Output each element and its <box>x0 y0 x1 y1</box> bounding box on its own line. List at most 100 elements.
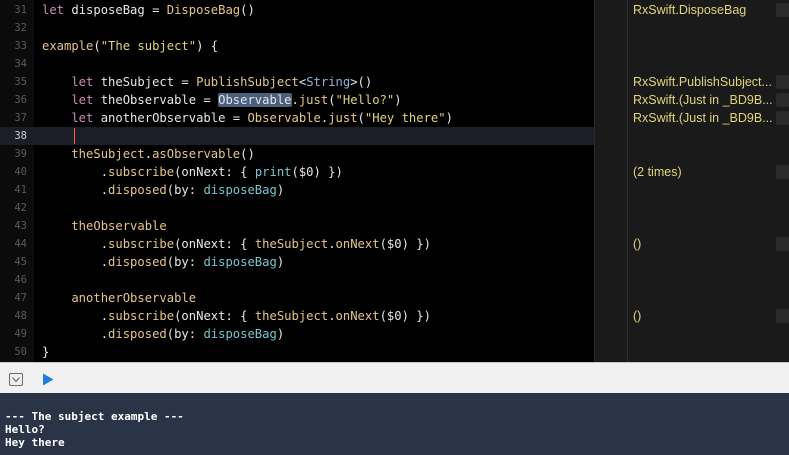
code-line[interactable]: 32 <box>0 19 594 37</box>
code-token: () <box>240 3 255 17</box>
code-token: ( <box>357 111 365 125</box>
code-token: anotherObservable = <box>93 111 248 125</box>
line-number: 47 <box>14 292 27 304</box>
code-line[interactable]: 47 anotherObservable <box>0 289 594 307</box>
code-text: let theSubject = PublishSubject<String>(… <box>42 73 372 91</box>
code-token: ($0) }) <box>379 237 431 251</box>
line-number: 41 <box>14 184 27 196</box>
code-token: (by: <box>166 327 204 341</box>
line-number: 39 <box>14 148 27 160</box>
code-line[interactable]: 50} <box>0 343 594 361</box>
play-icon[interactable] <box>42 371 54 390</box>
results-divider <box>627 0 628 362</box>
code-token: subscribe <box>108 237 175 251</box>
code-token: . <box>328 309 336 323</box>
code-token: } <box>42 345 50 359</box>
line-number: 32 <box>14 22 27 34</box>
code-line[interactable]: 31 let disposeBag = DisposeBag() <box>0 1 594 19</box>
code-text: let disposeBag = DisposeBag() <box>42 1 255 19</box>
line-number: 34 <box>14 58 27 70</box>
code-text: .subscribe(onNext: { theSubject.onNext($… <box>42 235 431 253</box>
results-sidebar: RxSwift.DisposeBag RxSwift.PublishSubject… <box>594 0 789 362</box>
quick-look-icon[interactable] <box>776 93 789 107</box>
code-token: let <box>42 93 94 107</box>
console-line: Hey there <box>5 436 65 449</box>
code-token: asObservable <box>152 147 241 161</box>
code-line[interactable]: 46 <box>0 271 594 289</box>
code-token: Observable <box>247 111 321 125</box>
code-text: .disposed(by: disposeBag) <box>42 253 284 271</box>
result-value[interactable]: () <box>633 307 783 325</box>
code-token: theObservable <box>42 219 167 233</box>
code-token: . <box>42 237 109 251</box>
code-token: onNext <box>335 237 380 251</box>
line-number: 35 <box>14 76 27 88</box>
code-text: } <box>42 343 49 361</box>
code-token: ) <box>276 183 285 197</box>
code-line[interactable]: 40 .subscribe(onNext: { print($0) }) <box>0 163 594 181</box>
result-value[interactable]: RxSwift.(Just in _BD9B... <box>633 91 783 109</box>
code-line[interactable]: 34 <box>0 55 594 73</box>
code-text: theSubject.asObservable() <box>42 145 254 163</box>
quick-look-icon[interactable] <box>776 237 789 251</box>
code-token: theSubject <box>42 147 145 161</box>
code-line[interactable]: 45 .disposed(by: disposeBag) <box>0 253 594 271</box>
line-number: 46 <box>14 274 27 286</box>
result-value[interactable]: (2 times) <box>633 163 783 181</box>
code-line[interactable]: 49 .disposed(by: disposeBag) <box>0 325 594 343</box>
code-text: .disposed(by: disposeBag) <box>42 181 284 199</box>
code-token: . <box>42 327 109 341</box>
code-token: ($0) }) <box>291 165 343 179</box>
result-value[interactable]: RxSwift.DisposeBag <box>633 1 783 19</box>
line-number: 36 <box>14 94 27 106</box>
quick-look-icon[interactable] <box>776 75 789 89</box>
line-number: 42 <box>14 202 27 214</box>
result-value[interactable]: RxSwift.PublishSubject... <box>633 73 783 91</box>
code-line[interactable]: 48 .subscribe(onNext: { theSubject.onNex… <box>0 307 594 325</box>
code-line[interactable]: 41 .disposed(by: disposeBag) <box>0 181 594 199</box>
quick-look-icon[interactable] <box>776 309 789 323</box>
code-line[interactable]: 38 <box>0 127 594 145</box>
code-area[interactable]: 31 let disposeBag = DisposeBag() 32 33 examp… <box>0 0 594 362</box>
code-token: disposeBag <box>203 255 277 269</box>
line-number: 44 <box>14 238 27 250</box>
code-token: . <box>144 147 153 161</box>
code-token: PublishSubject <box>196 75 299 89</box>
code-line[interactable]: 44 .subscribe(onNext: { theSubject.onNex… <box>0 235 594 253</box>
code-token: ) <box>276 255 285 269</box>
hide-debug-area-icon[interactable] <box>9 371 23 390</box>
console-line: Hello? <box>5 423 45 436</box>
result-value[interactable]: () <box>633 235 783 253</box>
code-token: (onNext: { <box>174 165 255 179</box>
code-line[interactable]: 39 theSubject.asObservable() <box>0 145 594 163</box>
code-line[interactable]: 33 example("The subject") { <box>0 37 594 55</box>
code-token: . <box>291 93 299 107</box>
line-number: 37 <box>14 112 27 124</box>
code-token: disposed <box>108 327 167 341</box>
code-text: theObservable <box>42 217 167 235</box>
code-token: String <box>306 75 351 89</box>
code-line[interactable]: 43 theObservable <box>0 217 594 235</box>
code-editor[interactable]: 31 let disposeBag = DisposeBag() 32 33 examp… <box>0 0 789 362</box>
quick-look-icon[interactable] <box>776 111 789 125</box>
quick-look-icon[interactable] <box>776 165 789 179</box>
code-line[interactable]: 37 let anotherObservable = Observable.ju… <box>0 109 594 127</box>
code-token: print <box>254 165 292 179</box>
code-line[interactable]: 36 let theObservable = Observable.just("… <box>0 91 594 109</box>
code-token: DisposeBag <box>166 3 241 17</box>
code-text: let anotherObservable = Observable.just(… <box>42 109 453 127</box>
code-text: example("The subject") { <box>42 37 218 55</box>
code-token: let <box>42 3 65 17</box>
code-line[interactable]: 35 let theSubject = PublishSubject<Strin… <box>0 73 594 91</box>
code-token: ($0) }) <box>379 309 431 323</box>
code-token: example <box>42 39 94 53</box>
result-value[interactable]: RxSwift.(Just in _BD9B... <box>633 109 783 127</box>
line-number: 45 <box>14 256 27 268</box>
code-token: subscribe <box>108 309 175 323</box>
code-token: ) <box>445 111 453 125</box>
code-token: . <box>42 165 109 179</box>
code-line[interactable]: 42 <box>0 199 594 217</box>
quick-look-icon[interactable] <box>776 3 789 17</box>
code-token: . <box>328 237 336 251</box>
code-token: disposed <box>108 255 167 269</box>
